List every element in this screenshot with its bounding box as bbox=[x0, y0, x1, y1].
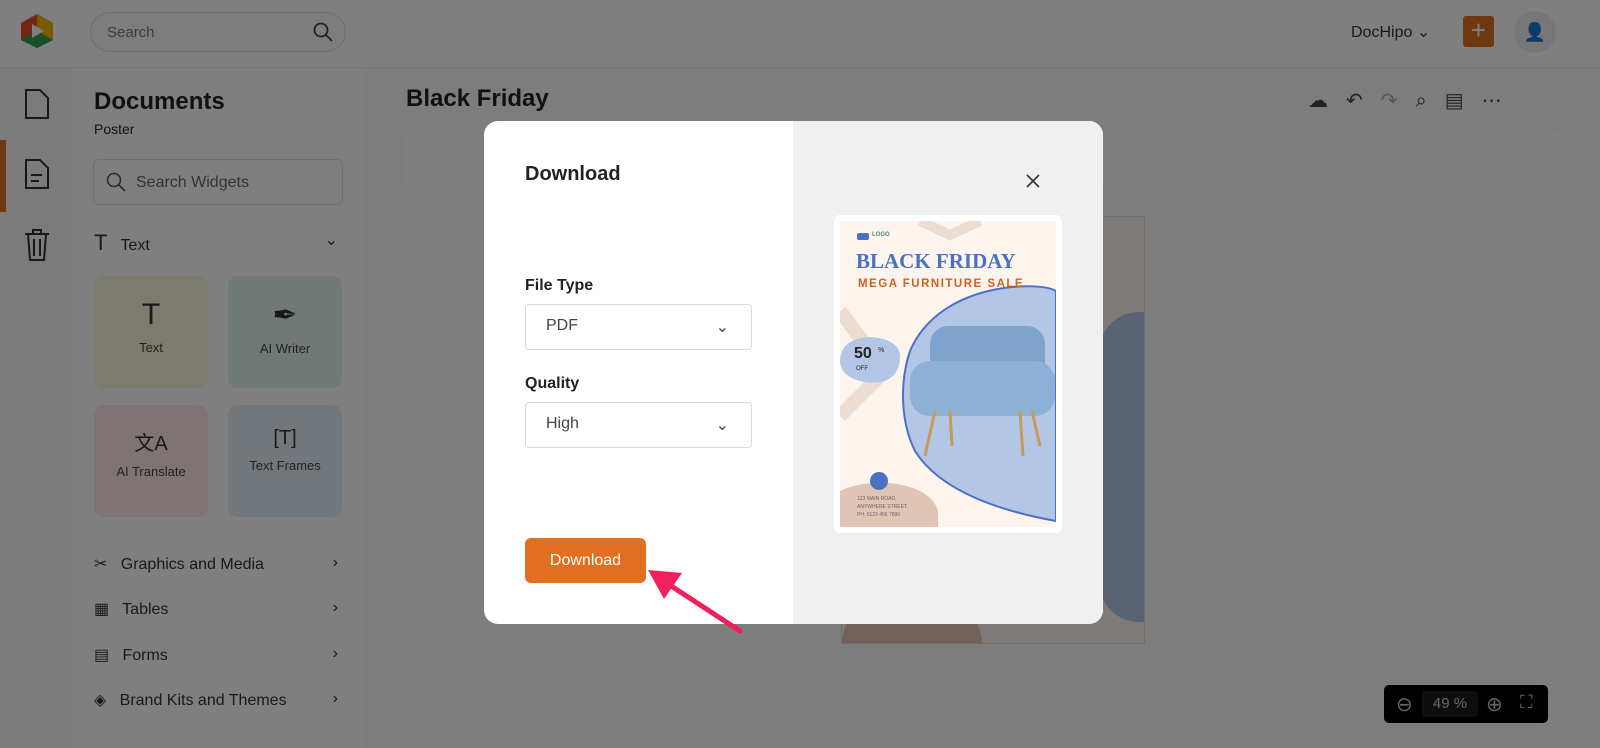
chevron-down-icon: ⌄ bbox=[715, 417, 729, 434]
poster-title: BLACK FRIDAY bbox=[856, 249, 1016, 273]
quality-label: Quality bbox=[525, 375, 580, 392]
annotation-arrow bbox=[648, 570, 743, 634]
download-modal: Download File Type PDF ⌄ Quality High ⌄ Do… bbox=[484, 121, 1103, 624]
poster-preview: LOGO BLACK FRIDAY MEGA FURNITURE SALE 50… bbox=[834, 215, 1062, 533]
modal-title: Download bbox=[525, 163, 621, 185]
poster-logo-text: LOGO bbox=[872, 232, 890, 238]
close-icon[interactable] bbox=[1026, 174, 1040, 188]
file-type-select[interactable]: PDF ⌄ bbox=[525, 304, 752, 350]
chevron-down-icon: ⌄ bbox=[715, 319, 729, 336]
file-type-label: File Type bbox=[525, 277, 594, 294]
quality-select[interactable]: High ⌄ bbox=[525, 402, 752, 448]
poster-subtitle: MEGA FURNITURE SALE bbox=[858, 278, 1025, 290]
preview-panel: LOGO BLACK FRIDAY MEGA FURNITURE SALE 50… bbox=[793, 121, 1103, 624]
poster-discount: 50 bbox=[854, 345, 872, 362]
download-button[interactable]: Download bbox=[525, 538, 646, 583]
